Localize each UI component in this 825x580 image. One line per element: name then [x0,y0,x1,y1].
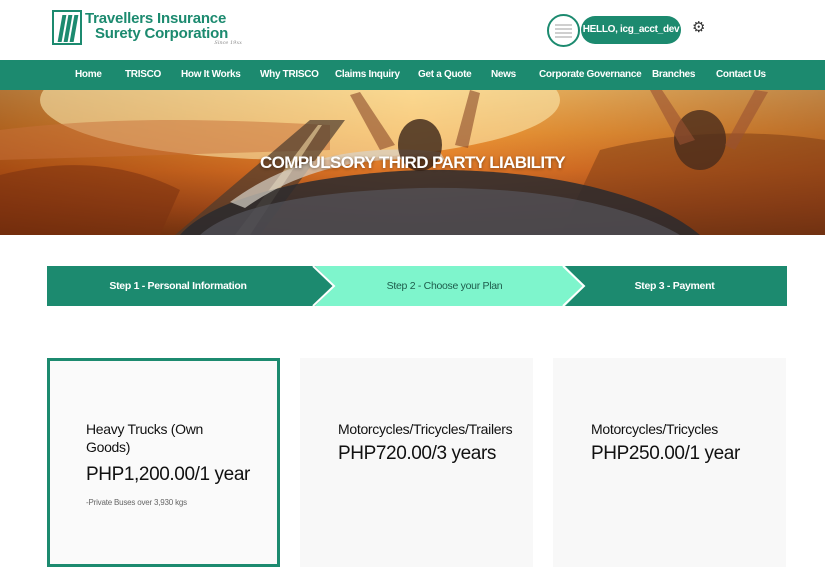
gear-icon[interactable]: ⚙ [692,19,705,37]
brand-name-line2: Surety Corporation [95,25,229,42]
nav-item-corporate-governance[interactable]: Corporate Governance [539,60,642,90]
nav-item-news[interactable]: News [491,60,516,90]
main-nav: Home TRISCO How It Works Why TRISCO Clai… [0,60,825,90]
brand-tagline: Since 19xx [214,40,242,46]
nav-item-claims-inquiry[interactable]: Claims Inquiry [335,60,400,90]
plan-card-motorcycles-tricycles-trailers[interactable]: Motorcycles/Tricycles/Trailers PHP720.00… [300,358,533,567]
plan-price: PHP1,200.00/1 year [86,464,250,485]
plan-name: Motorcycles/Tricycles [591,421,718,437]
nav-item-branches[interactable]: Branches [652,60,695,90]
brand-logo[interactable]: Travellers Insurance Surety Corporation … [52,10,252,48]
site-header: Travellers Insurance Surety Corporation … [0,0,825,60]
step-2-choose-plan[interactable]: Step 2 - Choose your Plan [332,266,557,306]
plan-price: PHP720.00/3 years [338,443,496,464]
plan-list: Heavy Trucks (Own Goods) PHP1,200.00/1 y… [0,358,825,568]
brand-name: Travellers Insurance Surety Corporation [85,11,255,41]
avatar[interactable] [547,14,580,47]
user-greeting[interactable]: HELLO, icg_acct_dev [581,16,681,44]
plan-card-motorcycles-tricycles[interactable]: Motorcycles/Tricycles PHP250.00/1 year [553,358,786,567]
nav-item-get-a-quote[interactable]: Get a Quote [418,60,472,90]
nav-item-home[interactable]: Home [75,60,102,90]
nav-item-how-it-works[interactable]: How It Works [181,60,241,90]
logo-mark-icon [52,10,82,45]
step-3-payment[interactable]: Step 3 - Payment [582,266,767,306]
plan-price: PHP250.00/1 year [591,443,740,464]
plan-name: Heavy Trucks (Own Goods) [86,421,204,455]
page-title: COMPULSORY THIRD PARTY LIABILITY [259,153,566,172]
nav-item-contact-us[interactable]: Contact Us [716,60,766,90]
hero-banner: COMPULSORY THIRD PARTY LIABILITY [0,90,825,235]
plan-note: -Private Buses over 3,930 kgs [86,498,187,507]
plan-card-heavy-trucks[interactable]: Heavy Trucks (Own Goods) PHP1,200.00/1 y… [47,358,280,567]
nav-item-trisco[interactable]: TRISCO [125,60,161,90]
brand-name-line1: Travellers Insurance [85,10,227,27]
step-1-personal-information[interactable]: Step 1 - Personal Information [47,266,309,306]
nav-item-why-trisco[interactable]: Why TRISCO [260,60,319,90]
plan-name: Motorcycles/Tricycles/Trailers [338,421,513,437]
checkout-steps: Step 1 - Personal Information Step 2 - C… [47,266,787,306]
